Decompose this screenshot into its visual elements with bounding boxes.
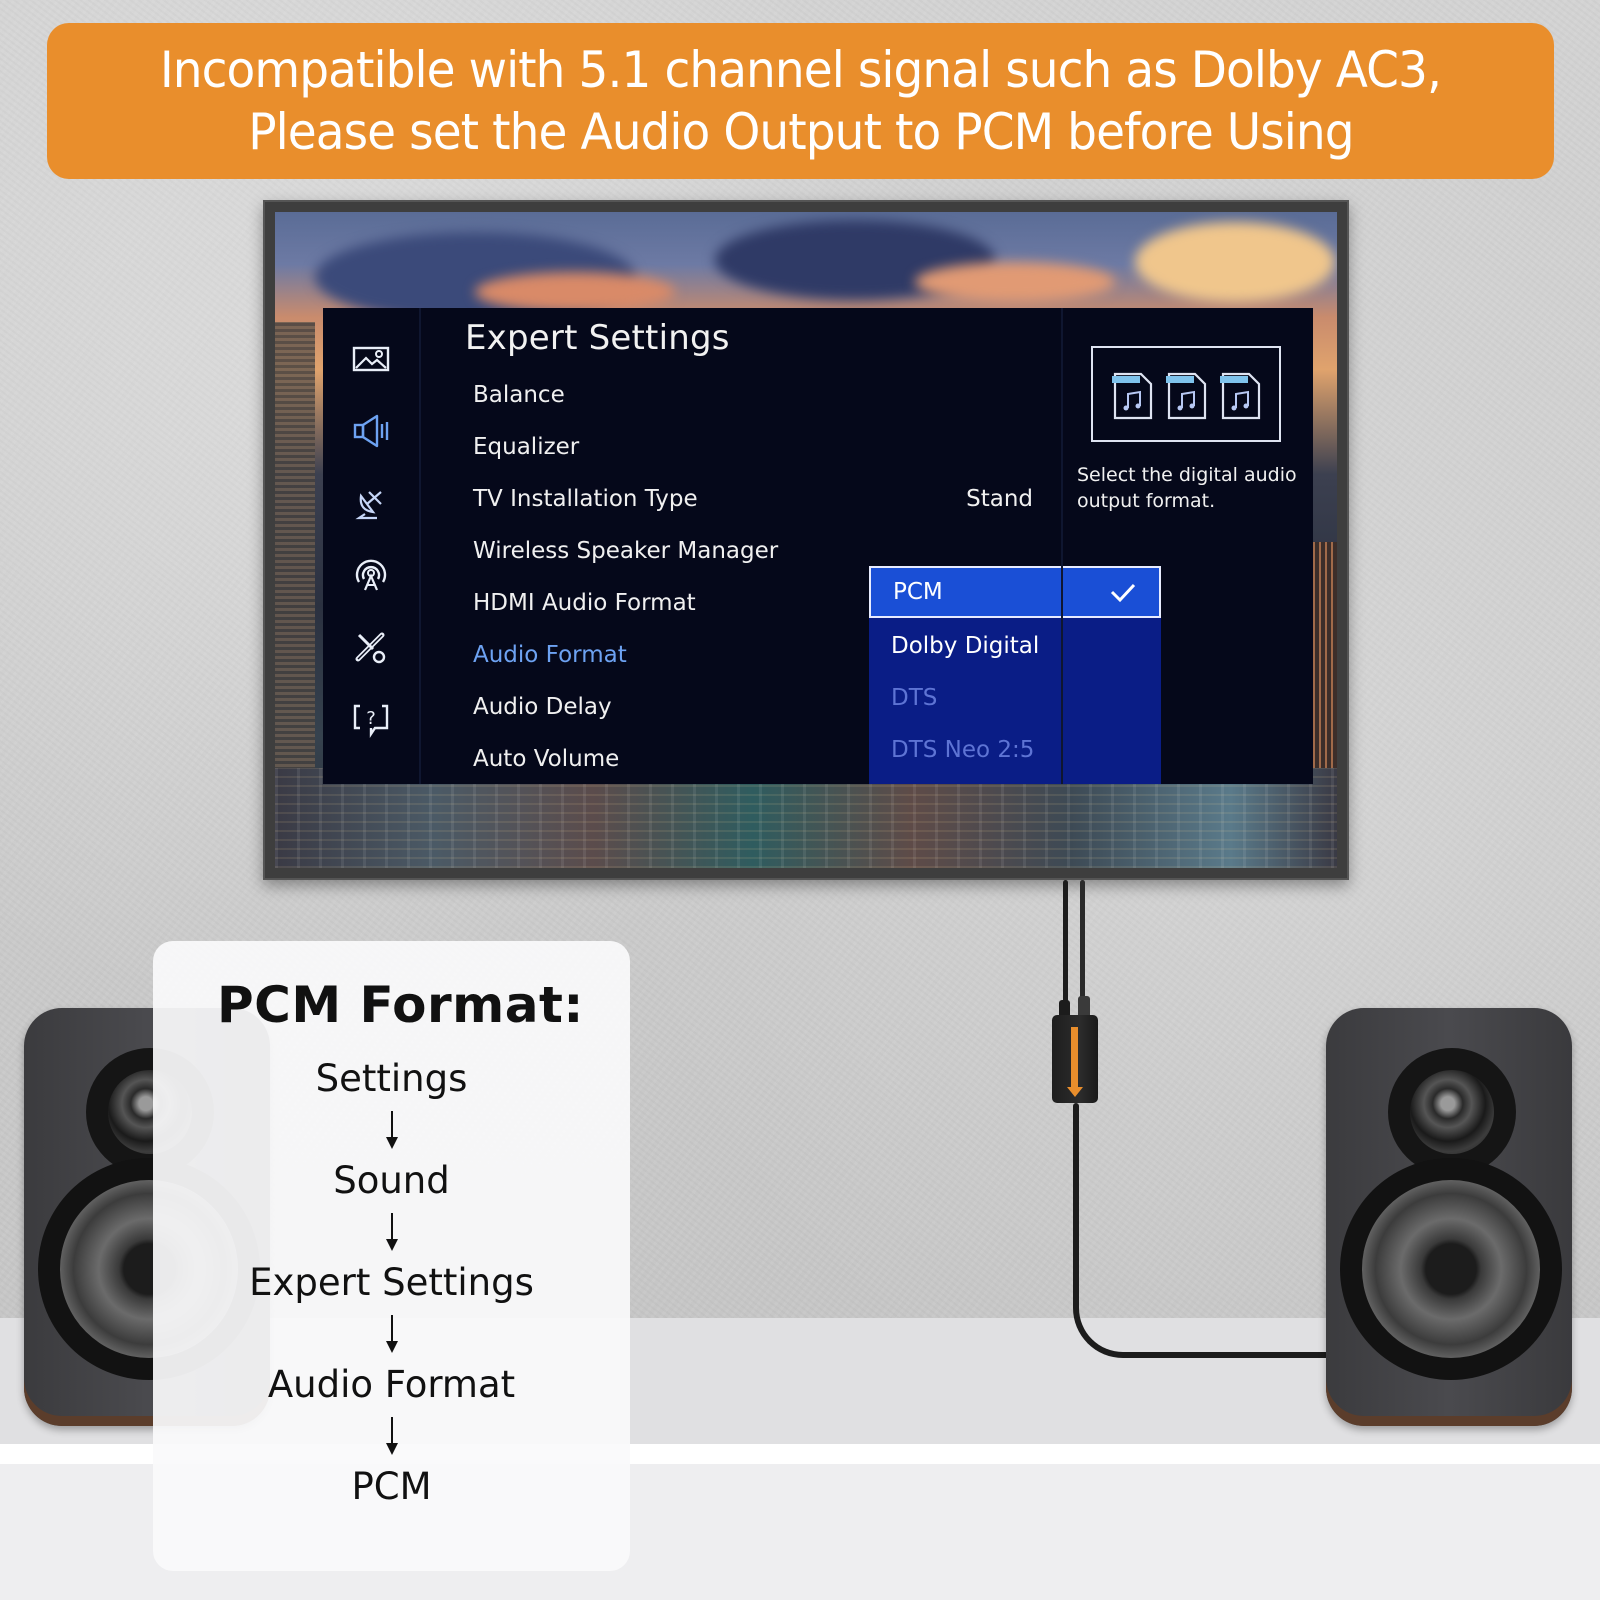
optical-cable (1080, 880, 1085, 1000)
cloud (1135, 222, 1335, 302)
audio-format-illustration (1091, 346, 1281, 442)
rca-cable-bend (1073, 1250, 1333, 1358)
arrow-down-icon (385, 1107, 399, 1153)
arrow-down-icon (385, 1413, 399, 1459)
menu-item-hdmi-audio-format[interactable]: HDMI Audio Format (473, 590, 696, 616)
audio-file-icon (1166, 372, 1207, 420)
settings-icon-rail: ? (323, 308, 421, 784)
tweeter (1410, 1070, 1494, 1154)
network-icon[interactable] (351, 556, 391, 594)
tv-screen: ? Expert Settings Balance Equalizer TV I… (275, 212, 1337, 868)
audio-file-icon (1220, 372, 1261, 420)
woofer-ring (1340, 1158, 1562, 1380)
pcm-format-card: PCM Format: Settings Sound Expert Settin… (153, 941, 630, 1571)
support-tools-icon[interactable] (351, 628, 391, 666)
adapter-label-stripe (1071, 1027, 1078, 1089)
picture-icon[interactable] (351, 340, 391, 378)
dac-converter (1052, 1015, 1098, 1103)
option-label: DTS Neo 2:5 (891, 737, 1035, 763)
step-pcm: PCM (351, 1465, 432, 1508)
television: ? Expert Settings Balance Equalizer TV I… (263, 200, 1349, 880)
menu-title: Expert Settings (465, 318, 730, 358)
cloud (475, 272, 675, 312)
settings-list-panel: Expert Settings Balance Equalizer TV Ins… (421, 308, 1161, 784)
option-label: DTS (891, 685, 938, 711)
menu-item-equalizer[interactable]: Equalizer (473, 434, 579, 460)
power-cable (1063, 880, 1068, 1020)
right-speaker (1326, 996, 1572, 1426)
step-expert-settings: Expert Settings (249, 1261, 534, 1304)
menu-item-audio-format[interactable]: Audio Format (473, 642, 627, 668)
banner-line-1: Incompatible with 5.1 channel signal suc… (159, 41, 1442, 99)
help-side-panel: Select the digital audio output format. (1061, 308, 1313, 784)
tv-installation-type-value: Stand (966, 486, 1033, 512)
svg-text:?: ? (366, 708, 376, 729)
rca-cable (1073, 1103, 1079, 1253)
menu-item-audio-delay[interactable]: Audio Delay (473, 694, 612, 720)
option-label: PCM (893, 579, 943, 605)
help-description: Select the digital audio output format. (1077, 464, 1297, 512)
help-icon[interactable]: ? (351, 700, 391, 738)
expert-settings-menu: ? Expert Settings Balance Equalizer TV I… (323, 308, 1313, 784)
step-settings: Settings (315, 1057, 468, 1100)
step-sound: Sound (333, 1159, 450, 1202)
warning-banner: Incompatible with 5.1 channel signal suc… (47, 23, 1554, 179)
sound-icon[interactable] (351, 412, 391, 450)
menu-item-balance[interactable]: Balance (473, 382, 565, 408)
arrow-down-icon (385, 1209, 399, 1255)
pcm-card-title: PCM Format: (217, 976, 584, 1034)
menu-item-auto-volume[interactable]: Auto Volume (473, 746, 619, 772)
menu-item-tv-installation-type[interactable]: TV Installation Type (473, 486, 698, 512)
woofer (1362, 1180, 1540, 1358)
audio-file-icon (1112, 372, 1153, 420)
broadcasting-icon[interactable] (351, 484, 391, 522)
step-audio-format: Audio Format (267, 1363, 516, 1406)
pcm-steps-list: Settings Sound Expert Settings Audio For… (153, 1051, 630, 1515)
cloud (915, 262, 1115, 302)
option-label: Dolby Digital (891, 633, 1040, 659)
arrow-down-icon (385, 1311, 399, 1357)
tweeter-ring (1388, 1048, 1516, 1176)
banner-line-2: Please set the Audio Output to PCM befor… (247, 103, 1354, 161)
arrow-down-icon (1067, 1087, 1083, 1097)
menu-item-wireless-speaker-manager[interactable]: Wireless Speaker Manager (473, 538, 778, 564)
city-buildings-left (275, 322, 315, 782)
